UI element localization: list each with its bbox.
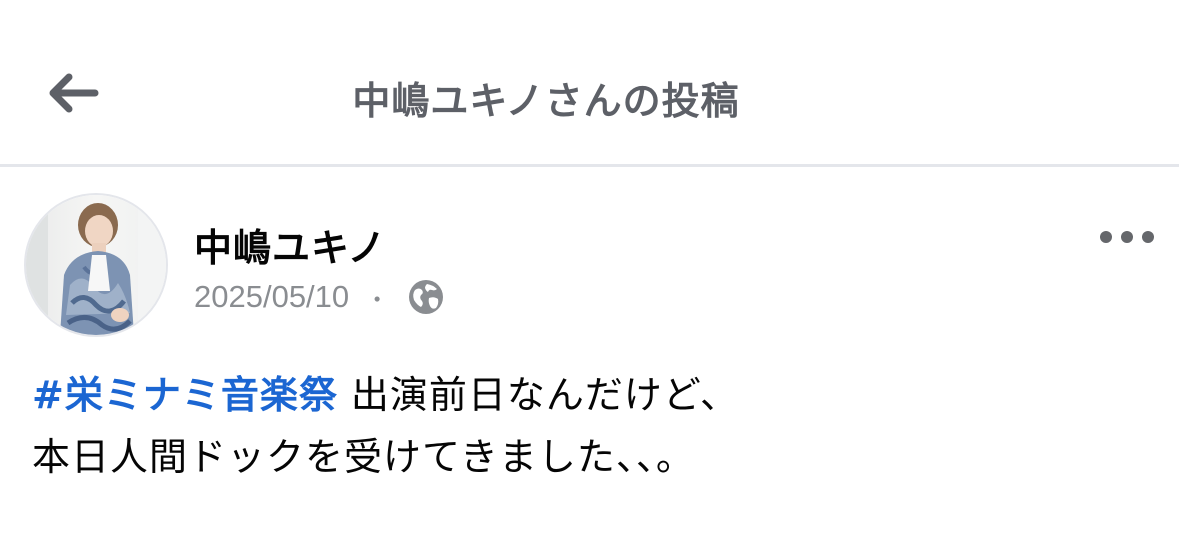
meta-separator: ・ [365,285,390,314]
more-options-button[interactable] [1094,219,1160,255]
post-text: #栄ミナミ音楽祭 出演前日なんだけど、 本日人間ドックを受けてきました、、。 [32,364,1152,488]
post-text-line-1: #栄ミナミ音楽祭 出演前日なんだけど、 [32,364,1152,426]
avatar[interactable] [24,193,168,337]
post-text-line-2: 本日人間ドックを受けてきました、、。 [32,435,695,479]
globe-icon [407,278,445,316]
page-title: 中嶋ユキノさんの投稿 [352,79,740,123]
app-header: 中嶋ユキノさんの投稿 [0,0,1179,164]
avatar-photo [26,195,166,335]
post-date[interactable]: 2025/05/10 [194,279,349,315]
post-text-segment: 出演前日なんだけど、 [337,373,740,417]
post-meta: 2025/05/10 ・ [194,277,445,317]
more-horizontal-icon [1100,231,1154,243]
author-name[interactable]: 中嶋ユキノ [194,217,386,272]
hashtag-link[interactable]: #栄ミナミ音楽祭 [32,373,338,417]
post-header: 中嶋ユキノ 2025/05/10 ・ [0,167,1179,347]
